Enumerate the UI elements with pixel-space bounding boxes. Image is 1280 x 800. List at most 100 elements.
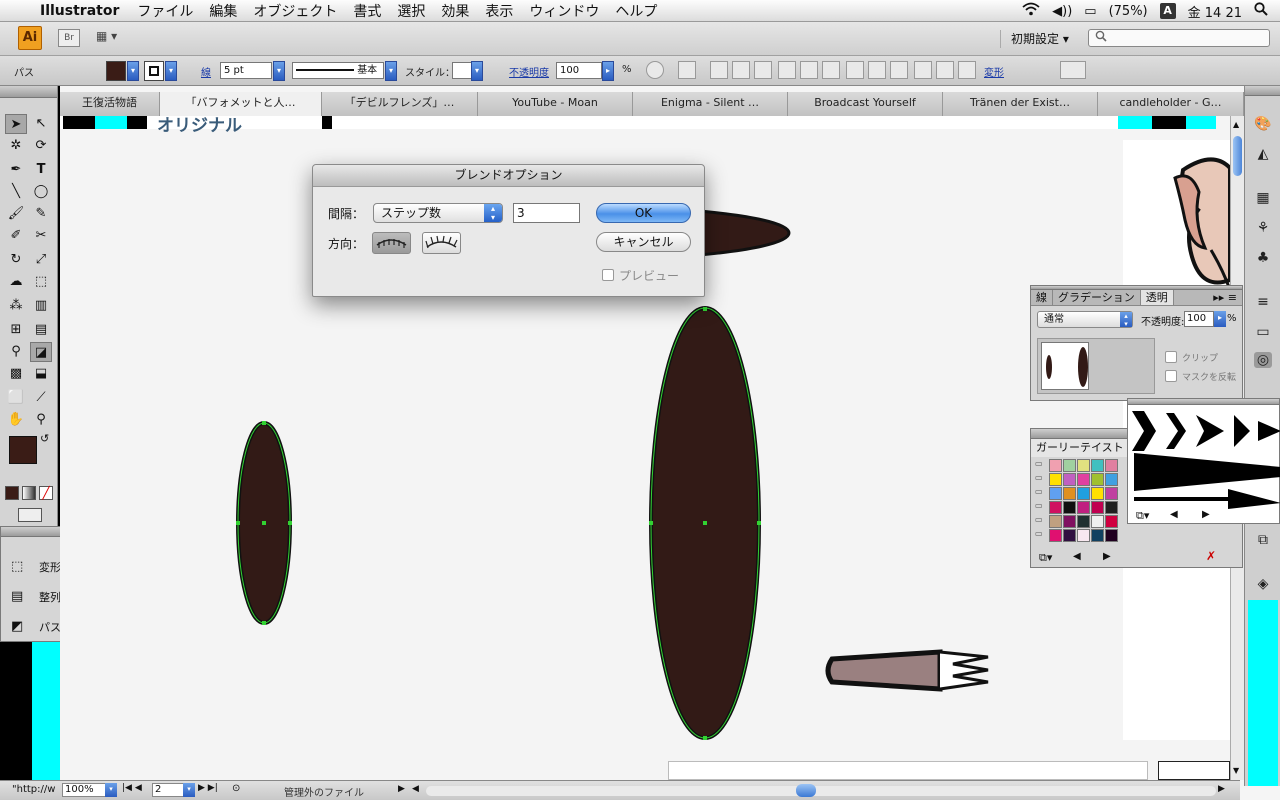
type-tool-icon[interactable]: T (30, 160, 52, 180)
swatch-cell[interactable] (1063, 529, 1076, 542)
swatch-cell[interactable] (1091, 487, 1104, 500)
symbols-panel-icon[interactable]: ♣ (1254, 250, 1272, 266)
align-bottom-icon[interactable] (822, 61, 840, 79)
scroll-up-icon[interactable]: ▲ (1233, 120, 1239, 129)
tab-gradient-panel[interactable]: グラデーション (1053, 290, 1141, 305)
none-mode-icon[interactable]: ╱ (39, 486, 53, 500)
swatch-group-folder-icon[interactable]: ▭ (1035, 501, 1045, 513)
warp-tool-icon[interactable]: ☁ (5, 272, 27, 292)
swatch-library-menu-icon[interactable]: ⧉▾ (1039, 551, 1052, 565)
swatch-cell[interactable] (1077, 459, 1090, 472)
swap-fill-stroke-icon[interactable]: ↺ (40, 432, 49, 445)
cancel-button[interactable]: キャンセル (596, 232, 691, 252)
artboard-number-field[interactable]: 2 (152, 783, 184, 797)
symbol-sprayer-tool-icon[interactable]: ⁂ (5, 296, 27, 316)
lasso-tool-icon[interactable]: ⟳ (30, 136, 52, 156)
scissors-tool-icon[interactable]: ✂ (30, 226, 52, 246)
swatch-group-folder-icon[interactable]: ▭ (1035, 529, 1045, 541)
next-artboard-icon[interactable]: ▶ ▶| (198, 783, 218, 793)
brushes-panel-icon[interactable]: ⚘ (1254, 220, 1272, 236)
stroke-color-swatch[interactable] (144, 61, 164, 81)
align-to-page-orientation-button[interactable] (372, 232, 411, 254)
blob-brush-tool-icon[interactable]: ✐ (5, 226, 27, 246)
arrange-documents-icon[interactable]: ▦ ▾ (96, 29, 128, 47)
distribute-center-icon[interactable] (868, 61, 886, 79)
swatch-next-icon[interactable]: ▶ (1103, 551, 1111, 562)
zoom-tool-icon[interactable]: ⚲ (30, 410, 52, 430)
scroll-thumb[interactable] (1233, 136, 1242, 176)
swatch-cell[interactable] (1105, 501, 1118, 514)
clock[interactable]: 金 14 21 (1188, 2, 1242, 21)
swatch-cell[interactable] (1105, 487, 1118, 500)
transparency-panel-icon[interactable]: ◎ (1254, 352, 1272, 368)
magic-wand-tool-icon[interactable]: ✲ (5, 136, 27, 156)
help-search-input[interactable] (1088, 29, 1270, 47)
tab-4[interactable]: Enigma - Silent … (633, 92, 788, 116)
distribute-hcenter-icon[interactable] (936, 61, 954, 79)
right-dock-header[interactable] (1245, 86, 1280, 96)
swatch-cell[interactable] (1063, 501, 1076, 514)
swatch-cell[interactable] (1049, 459, 1062, 472)
layers-panel-icon[interactable]: ◈ (1254, 576, 1272, 592)
clip-checkbox[interactable] (1165, 351, 1177, 363)
opacity-slider-button[interactable]: ▸ (602, 61, 614, 81)
stroke-weight-field[interactable]: 5 pt (220, 62, 272, 79)
steps-input[interactable]: 3 (513, 203, 580, 223)
swatches-panel-icon[interactable]: ▦ (1254, 190, 1272, 206)
ellipse-tool-icon[interactable]: ◯ (30, 182, 52, 202)
hscroll-right-icon[interactable]: ▶ (1218, 784, 1225, 794)
menu-app-name[interactable]: Illustrator (40, 3, 119, 19)
brush-prev-icon[interactable]: ◀ (1170, 509, 1178, 520)
eyedropper-tool-icon[interactable]: ⚲ (5, 342, 27, 362)
free-transform-tool-icon[interactable]: ⬚ (30, 272, 52, 292)
panel-menu-icon[interactable]: ▸▸ ≡ (1208, 290, 1242, 305)
first-artboard-icon[interactable]: |◀ ◀ (122, 783, 142, 793)
transparency-opacity-slider[interactable]: ▸ (1214, 311, 1226, 327)
zoom-field[interactable]: 100% (62, 783, 108, 797)
swatch-cell[interactable] (1077, 501, 1090, 514)
swatch-cell[interactable] (1091, 515, 1104, 528)
align-top-icon[interactable] (778, 61, 796, 79)
align-left-icon[interactable] (710, 61, 728, 79)
align-center-h-icon[interactable] (732, 61, 750, 79)
artboards-panel-icon[interactable]: ⧉ (1254, 532, 1272, 548)
blend-tool-icon[interactable]: ◪ (30, 342, 52, 362)
swatch-cell[interactable] (1049, 487, 1062, 500)
tab-7[interactable]: candleholder - G… (1098, 92, 1244, 116)
gradient-panel-icon[interactable]: ▭ (1254, 324, 1272, 340)
align-panel-item[interactable]: 整列 (39, 589, 61, 605)
artboard-dropdown[interactable]: ▾ (183, 783, 195, 797)
tab-3[interactable]: YouTube - Moan (478, 92, 633, 116)
delete-swatch-icon[interactable]: ✗ (1206, 549, 1216, 563)
live-paint-selection-tool-icon[interactable]: ⬓ (30, 364, 52, 384)
blend-mode-select[interactable]: 通常 ▴ ▾ (1037, 311, 1133, 328)
transform-link[interactable]: 変形 (984, 64, 1004, 79)
pen-tool-icon[interactable]: ✒ (5, 160, 27, 180)
recolor-artwork-icon[interactable] (646, 61, 664, 79)
menu-help[interactable]: ヘルプ (615, 1, 657, 21)
live-paint-tool-icon[interactable]: ▩ (5, 364, 27, 384)
swatch-cell[interactable] (1105, 529, 1118, 542)
paintbrush-tool-icon[interactable]: 🖌 (5, 204, 27, 224)
menu-effect[interactable]: 効果 (441, 1, 469, 21)
distribute-left-icon[interactable] (914, 61, 932, 79)
tab-1[interactable]: 「バフォメットと人… (160, 92, 322, 116)
swatch-cell[interactable] (1105, 515, 1118, 528)
menu-file[interactable]: ファイル (137, 1, 193, 21)
brush-next-icon[interactable]: ▶ (1202, 509, 1210, 520)
color-panel-icon[interactable]: 🎨 (1254, 116, 1272, 132)
transparency-opacity-field[interactable]: 100 (1184, 311, 1214, 327)
ok-button[interactable]: OK (596, 203, 691, 223)
swatch-group-folder-icon[interactable]: ▭ (1035, 487, 1045, 499)
swatch-cell[interactable] (1091, 501, 1104, 514)
swatch-cell[interactable] (1049, 501, 1062, 514)
stroke-weight-dropdown[interactable]: ▾ (273, 61, 285, 81)
spacing-select[interactable]: ステップ数 ▴ ▾ (373, 203, 503, 223)
align-to-icon[interactable] (678, 61, 696, 79)
tab-stroke-panel[interactable]: 線 (1031, 290, 1053, 305)
swatch-prev-icon[interactable]: ◀ (1073, 551, 1081, 562)
stroke-dropdown[interactable]: ▾ (165, 61, 177, 81)
swatch-cell[interactable] (1077, 515, 1090, 528)
align-center-v-icon[interactable] (800, 61, 818, 79)
swatch-cell[interactable] (1063, 473, 1076, 486)
